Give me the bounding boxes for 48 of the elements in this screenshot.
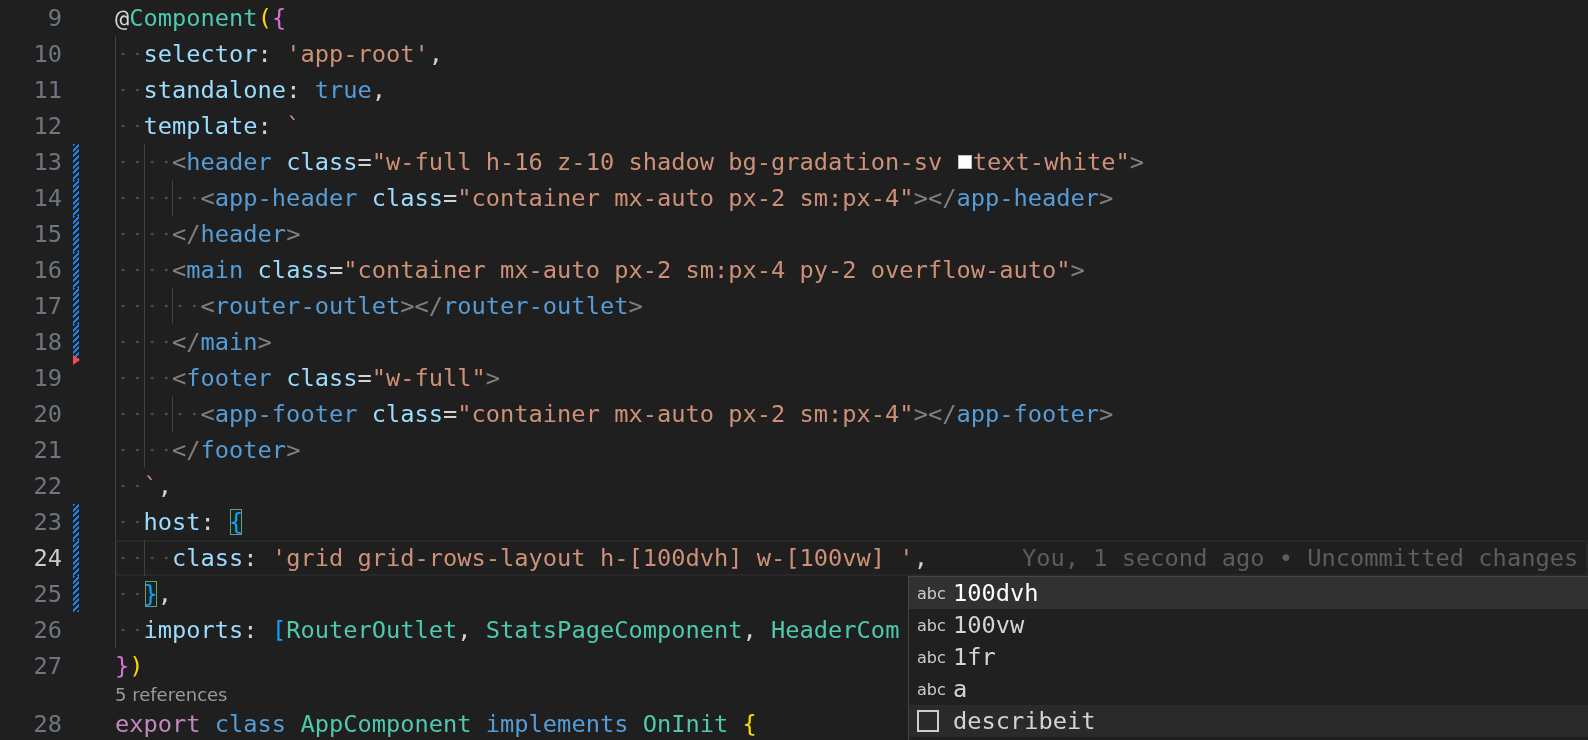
color-swatch-icon[interactable]	[957, 154, 972, 170]
line-number: 14	[32, 183, 62, 214]
line-number: 24	[32, 543, 62, 574]
line-number: 27	[32, 651, 62, 682]
suggestion-item[interactable]: describeit	[909, 705, 1588, 737]
code-text: </header>	[115, 216, 301, 252]
line-number: 13	[32, 147, 62, 178]
line-number: 16	[32, 255, 62, 286]
line-number: 11	[32, 75, 62, 106]
line-number: 17	[32, 291, 62, 322]
line-number: 18	[32, 327, 62, 358]
code-text: <footer class="w-full">	[115, 360, 501, 396]
code-text: text-white">	[972, 147, 1144, 178]
line-number: 19	[32, 363, 62, 394]
code-text: imports: [RouterOutlet, StatsPageComponent, HeaderCom	[115, 612, 900, 648]
suggestion-item[interactable]: abc a	[909, 673, 1588, 705]
line-number: 22	[32, 471, 62, 502]
snippet-icon	[917, 710, 939, 732]
code-text: </main>	[115, 324, 272, 360]
code-text: <router-outlet></router-outlet>	[115, 288, 643, 324]
line-number: 10	[32, 39, 62, 70]
code-text: selector: 'app-root',	[115, 36, 444, 72]
references-link[interactable]: 5 references	[0, 684, 228, 706]
code-text: @Component({	[115, 3, 287, 34]
line-number: 21	[32, 435, 62, 466]
code-text: <main class="container mx-auto px-2 sm:px-4 py-2 overflow-auto">	[115, 252, 1085, 288]
code-text: <app-footer class="container mx-auto px-2 sm:px-4"></app-footer>	[115, 396, 1114, 432]
code-text: })	[115, 651, 144, 682]
suggestion-item[interactable]: abc 100dvh	[909, 577, 1588, 609]
line-number: 23	[32, 507, 62, 538]
code-text: </footer>	[115, 432, 301, 468]
suggestion-item[interactable]: abc 100vw	[909, 609, 1588, 641]
code-text: <app-header class="container mx-auto px-2 sm:px-4"></app-header>	[115, 180, 1114, 216]
code-text: class: 'grid grid-rows-layout h-[100dvh] w-[100vw] ',	[115, 540, 928, 576]
code-text: standalone: true,	[115, 72, 386, 108]
line-number: 25	[32, 579, 62, 610]
line-number: 12	[32, 111, 62, 142]
suggestion-item[interactable]: abc 1fr	[909, 641, 1588, 673]
line-number: 28	[32, 709, 62, 740]
line-number: 20	[32, 399, 62, 430]
blame-annotation: You, 1 second ago • Uncommitted changes	[1022, 543, 1579, 574]
code-text: host: {	[115, 504, 244, 540]
line-number: 9	[46, 3, 62, 34]
code-text: export class AppComponent implements OnInit {	[115, 709, 757, 740]
code-text: <header class="w-full h-16 z-10 shadow bg-gradation-sv	[115, 144, 957, 180]
line-number: 26	[32, 615, 62, 646]
line-number: 15	[32, 219, 62, 250]
code-text: template: `	[115, 108, 301, 144]
